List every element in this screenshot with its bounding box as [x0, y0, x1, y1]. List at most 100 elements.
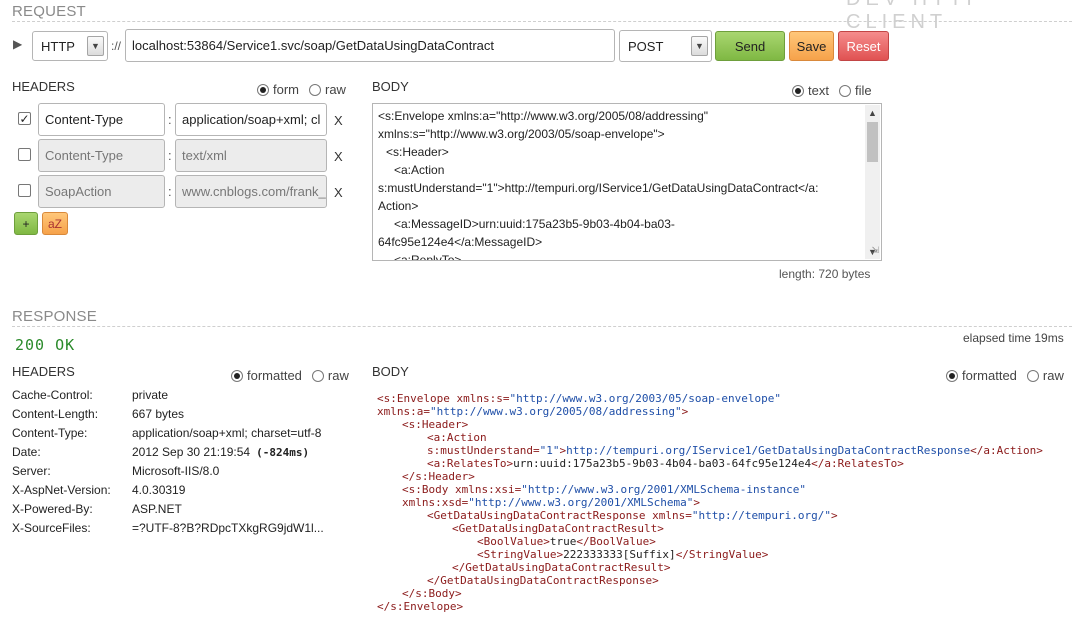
sort-headers-button[interactable]: aZ — [42, 212, 68, 235]
xml-line: </s:Envelope> — [377, 600, 1077, 613]
raw-radio[interactable] — [309, 83, 321, 96]
response-headers-title: HEADERS — [12, 364, 75, 379]
xml-tag: <GetDataUsingDataContractResponse xmlns= — [427, 509, 692, 522]
xml-attr-value: "http://www.w3.org/2005/08/addressing" — [429, 405, 682, 418]
xml-tag: </GetDataUsingDataContractResult> — [452, 561, 671, 574]
body-line: xmlns:s="http://www.w3.org/2003/05/soap-… — [378, 127, 665, 141]
xml-tag: xmlns:a= — [377, 405, 430, 418]
delete-header-button[interactable]: X — [334, 185, 343, 200]
response-header-row: X-AspNet-Version: 4.0.30319 — [12, 483, 357, 502]
formatted-radio[interactable] — [946, 369, 958, 382]
body-line: s:mustUnderstand="1">http://tempuri.org/… — [378, 181, 819, 195]
xml-tag: > — [693, 496, 701, 509]
xml-tag: </GetDataUsingDataContractResponse> — [427, 574, 659, 587]
xml-line: <StringValue>222333333[Suffix]</StringVa… — [377, 548, 1077, 561]
request-divider — [12, 21, 1072, 22]
scroll-thumb[interactable] — [867, 122, 878, 162]
response-headers-mode: formatted raw — [231, 368, 349, 383]
raw-radio[interactable] — [311, 369, 324, 382]
xml-tag: <s:Header> — [402, 418, 469, 431]
xml-line: <GetDataUsingDataContractResponse xmlns=… — [377, 509, 1077, 522]
xml-tag: <a:Action — [427, 431, 487, 444]
resize-grip-icon[interactable]: ⇲ — [871, 241, 879, 259]
delete-header-button[interactable]: X — [334, 149, 343, 164]
header-name-input[interactable]: Content-Type — [38, 103, 165, 136]
elapsed-time: elapsed time 19ms — [963, 331, 1064, 345]
xml-line: </GetDataUsingDataContractResponse> — [377, 574, 1077, 587]
header-colon: : — [168, 184, 172, 199]
response-body-title: BODY — [372, 364, 409, 379]
response-body-mode: formatted raw — [946, 368, 1064, 383]
xml-line: <s:Envelope xmlns:s="http://www.w3.org/2… — [377, 392, 1077, 405]
body-line: <a:ReplyTo> — [394, 253, 462, 261]
response-header-name: X-Powered-By: — [12, 502, 93, 516]
expand-toggle-icon[interactable]: ▶ — [13, 37, 22, 51]
xml-tag: </StringValue> — [675, 548, 769, 561]
body-line: Action> — [378, 199, 419, 213]
header-value-input[interactable]: www.cnblogs.com/frank_ — [175, 175, 327, 208]
xml-tag: </a:RelatesTo> — [811, 457, 904, 470]
header-name-input[interactable]: Content-Type — [38, 139, 165, 172]
xml-line: xmlns:xsd="http://www.w3.org/2001/XMLSch… — [377, 496, 1077, 509]
header-enable-checkbox[interactable] — [18, 184, 31, 197]
xml-line: xmlns:a="http://www.w3.org/2005/08/addre… — [377, 405, 1077, 418]
url-input[interactable]: localhost:53864/Service1.svc/soap/GetDat… — [125, 29, 615, 62]
xml-attr: xmlns:xsd= — [402, 496, 469, 509]
request-body-title: BODY — [372, 79, 409, 94]
reset-button[interactable]: Reset — [838, 31, 889, 61]
text-radio[interactable] — [792, 84, 804, 97]
raw-radio[interactable] — [1026, 369, 1039, 382]
response-header-value: 2012 Sep 30 21:19:54 (-824ms) — [132, 445, 309, 459]
header-name-input[interactable]: SoapAction — [38, 175, 165, 208]
text-radio-label: text — [808, 83, 829, 98]
scroll-up-icon[interactable]: ▲ — [865, 105, 880, 120]
response-header-name: Content-Length: — [12, 407, 99, 421]
response-header-row: Content-Type: application/soap+xml; char… — [12, 426, 357, 445]
xml-line: <GetDataUsingDataContractResult> — [377, 522, 1077, 535]
xml-tag: </s:Body> — [402, 587, 462, 600]
xml-line: </s:Header> — [377, 470, 1077, 483]
xml-tag: </BoolValue> — [576, 535, 656, 548]
status-code: 200 OK — [15, 336, 76, 354]
add-header-button[interactable]: + — [14, 212, 38, 235]
response-header-row: Server: Microsoft-IIS/8.0 — [12, 464, 357, 483]
xml-tag: <StringValue> — [477, 548, 564, 561]
date-offset: (-824ms) — [256, 446, 310, 459]
xml-text: urn:uuid:175a23b5-9b03-4b04-ba03-64fc95e… — [513, 457, 812, 470]
protocol-select[interactable]: HTTP ▼ — [32, 31, 108, 61]
send-button[interactable]: Send — [715, 31, 785, 61]
xml-line: <s:Header> — [377, 418, 1077, 431]
xml-tag: <s:Body xmlns:xsi= — [402, 483, 522, 496]
response-header-name: X-AspNet-Version: — [12, 483, 111, 497]
body-length: length: 720 bytes — [779, 267, 871, 281]
header-value-input[interactable]: application/soap+xml; cl — [175, 103, 327, 136]
response-header-name: Cache-Control: — [12, 388, 93, 402]
body-line: <s:Header> — [386, 145, 449, 159]
delete-header-button[interactable]: X — [334, 113, 343, 128]
header-enable-checkbox[interactable] — [18, 148, 31, 161]
formatted-radio[interactable] — [231, 369, 243, 382]
response-header-row: X-Powered-By: ASP.NET — [12, 502, 357, 521]
xml-tag: > — [830, 509, 838, 522]
raw-radio-label: raw — [1042, 368, 1064, 383]
xml-line: </GetDataUsingDataContractResult> — [377, 561, 1077, 574]
response-section-title: RESPONSE — [12, 308, 97, 325]
response-header-value: ASP.NET — [132, 502, 182, 516]
response-header-value: application/soap+xml; charset=utf-8 — [132, 426, 322, 440]
xml-attr-value: "http://www.w3.org/2001/XMLSchema-instan… — [521, 483, 806, 496]
file-radio[interactable] — [838, 84, 851, 97]
response-divider — [12, 326, 1072, 327]
request-body-textarea[interactable]: <s:Envelope xmlns:a="http://www.w3.org/2… — [372, 103, 882, 261]
date-value: 2012 Sep 30 21:19:54 — [132, 445, 251, 459]
header-colon: : — [168, 148, 172, 163]
save-button[interactable]: Save — [789, 31, 834, 61]
request-body-mode: text file — [792, 83, 872, 98]
form-radio-label: form — [273, 82, 299, 97]
header-enable-checkbox[interactable]: ✓ — [18, 112, 31, 125]
form-radio[interactable] — [257, 83, 269, 96]
body-scrollbar[interactable]: ▲ ▼ — [865, 105, 880, 259]
header-value-input[interactable]: text/xml — [175, 139, 327, 172]
xml-attr-value: "http://www.w3.org/2001/XMLSchema" — [468, 496, 694, 509]
body-line: 64fc95e124e4</a:MessageID> — [378, 235, 543, 249]
method-select[interactable]: POST ▼ — [619, 30, 712, 62]
